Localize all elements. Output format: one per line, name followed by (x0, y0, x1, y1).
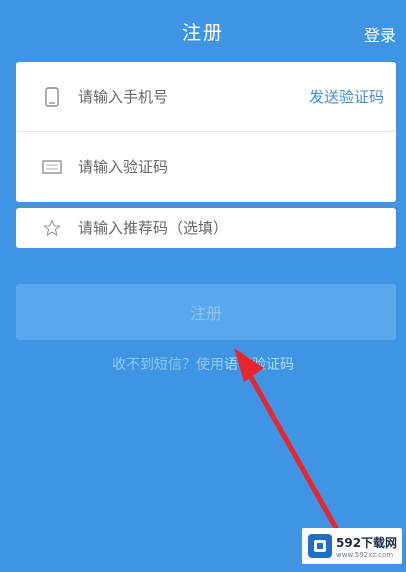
voice-code-link[interactable]: 语音验证码 (224, 357, 294, 373)
voice-tip-prefix: 收不到短信？使用 (112, 357, 224, 373)
star-icon (41, 217, 63, 239)
referral-row (16, 208, 396, 248)
referral-card (16, 208, 396, 248)
code-input[interactable] (78, 158, 396, 176)
watermark-logo-icon (308, 534, 332, 558)
register-button[interactable]: 注册 (16, 284, 396, 340)
watermark-url: www.592xz.com (336, 550, 394, 559)
code-row (16, 132, 396, 202)
phone-input[interactable] (78, 87, 309, 106)
referral-input[interactable] (78, 219, 396, 237)
header-bar: 注册 登录 (0, 0, 406, 62)
send-code-button[interactable]: 发送验证码 (309, 86, 384, 107)
site-watermark: 592下载网 www.592xz.com (302, 528, 402, 564)
phone-icon (41, 86, 63, 108)
watermark-brand: 592下载网 (336, 535, 398, 550)
register-form-card: 发送验证码 (16, 62, 396, 202)
phone-row: 发送验证码 (16, 62, 396, 132)
login-link[interactable]: 登录 (364, 22, 396, 46)
voice-code-tip: 收不到短信？使用语音验证码 (0, 354, 406, 374)
page-title: 注册 (181, 22, 224, 44)
message-icon (41, 156, 63, 178)
